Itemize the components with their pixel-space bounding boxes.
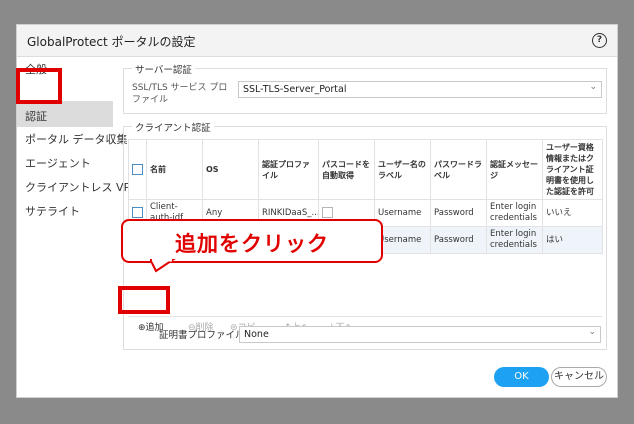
cert-profile-select[interactable]: None ⌄ — [239, 326, 601, 343]
callout-pointer — [150, 259, 176, 273]
cell-allow-auth: はい — [542, 226, 603, 254]
select-all-checkbox[interactable] — [132, 164, 143, 175]
cell-password-label: Password — [430, 199, 487, 227]
col-allow-auth[interactable]: ユーザー資格情報またはクライアント証明書を使用した認証を許可 — [542, 139, 603, 200]
ssl-tls-profile-label: SSL/TLS サービス プロファイル — [132, 83, 228, 105]
col-auth-message[interactable]: 認証メッセージ — [486, 139, 543, 200]
select-all-cell[interactable] — [128, 139, 147, 200]
plus-circle-icon: ⊕ — [138, 323, 146, 333]
portal-settings-dialog: GlobalProtect ポータルの設定 ? 全般 認証 ポータル データ収集… — [16, 24, 618, 398]
callout-text: 追加をクリック — [175, 232, 329, 256]
table-header-row: 名前 OS 認証プロファイル パスコードを自動取得 ユーザー名のラベル パスワー… — [128, 139, 603, 200]
col-os[interactable]: OS — [202, 139, 259, 200]
cell-username-label: Username — [374, 199, 431, 227]
sidebar-item-clientless-vpn[interactable]: クライアントレス VPN — [25, 179, 138, 195]
chevron-down-icon: ⌄ — [589, 82, 597, 92]
server-auth-legend: サーバー認証 — [132, 62, 195, 76]
col-auth-profile[interactable]: 認証プロファイル — [258, 139, 319, 200]
highlight-box-add — [118, 286, 170, 314]
dialog-titlebar: GlobalProtect ポータルの設定 ? — [17, 25, 617, 57]
highlight-box-authentication — [16, 68, 62, 104]
server-auth-group: サーバー認証 SSL/TLS サービス プロファイル SSL-TLS-Serve… — [123, 62, 607, 114]
cell-password-label: Password — [430, 226, 487, 254]
auto-passcode-checkbox — [322, 207, 333, 218]
ok-button[interactable]: OK — [494, 367, 549, 387]
sidebar-item-satellite[interactable]: サテライト — [25, 203, 80, 219]
row-checkbox[interactable] — [132, 207, 143, 218]
col-password-label[interactable]: パスワードラベル — [430, 139, 487, 200]
cert-profile-value: None — [244, 329, 269, 340]
col-auto-retrieve-passcode[interactable]: パスコードを自動取得 — [318, 139, 375, 200]
ssl-tls-profile-value: SSL-TLS-Server_Portal — [243, 84, 347, 95]
client-auth-legend: クライアント認証 — [132, 120, 214, 134]
sidebar-item-authentication[interactable]: 認証 — [25, 108, 47, 124]
dialog-title: GlobalProtect ポータルの設定 — [27, 35, 196, 49]
cell-auth-message: Enter login credentials — [486, 226, 543, 254]
ssl-tls-profile-select[interactable]: SSL-TLS-Server_Portal ⌄ — [238, 81, 602, 98]
cell-allow-auth: いいえ — [542, 199, 603, 227]
instruction-callout: 追加をクリック — [121, 219, 383, 263]
sidebar-item-portal-data-collection[interactable]: ポータル データ収集 — [25, 131, 128, 147]
col-name[interactable]: 名前 — [146, 139, 203, 200]
cell-auth-message: Enter login credentials — [486, 199, 543, 227]
cert-profile-label: 証明書プロファイル — [159, 330, 245, 341]
col-username-label[interactable]: ユーザー名のラベル — [374, 139, 431, 200]
help-icon[interactable]: ? — [592, 33, 607, 48]
sidebar-item-agent[interactable]: エージェント — [25, 155, 91, 171]
chevron-down-icon: ⌄ — [588, 327, 596, 337]
cancel-button[interactable]: キャンセル — [551, 367, 607, 387]
